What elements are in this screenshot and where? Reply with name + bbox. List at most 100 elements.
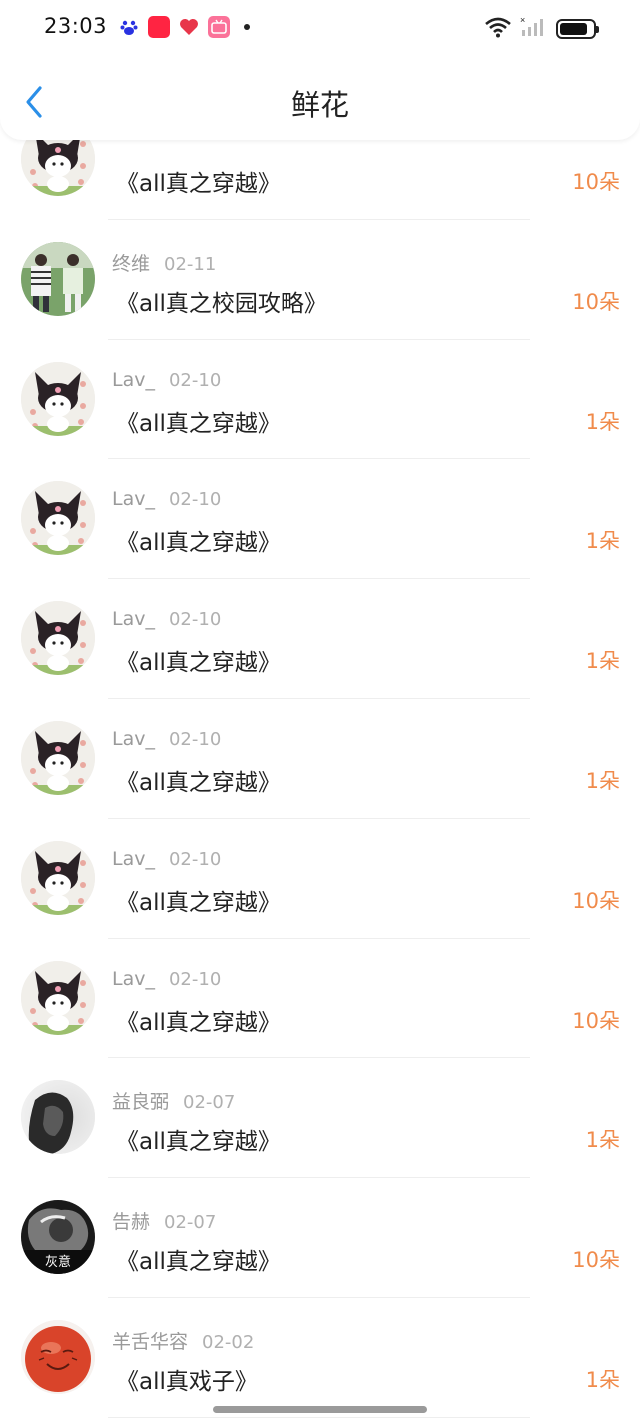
- kuromi-avatar-image: [21, 720, 95, 795]
- battery-level-fill: [560, 23, 588, 35]
- status-app-icons: [118, 16, 250, 38]
- gift-date: 02-10: [168, 489, 222, 511]
- kuromi-avatar-image: [21, 960, 95, 1035]
- row-meta: 羊舌华容 02-02: [112, 1327, 254, 1354]
- gift-date: 02-10: [168, 609, 222, 631]
- bilibili-icon: [208, 16, 230, 38]
- gift-date: 02-07: [183, 1092, 236, 1114]
- flower-count: 1朵: [585, 1128, 620, 1153]
- nav-bar: 鲜花: [0, 58, 640, 140]
- row-meta: Lav_ 02-10: [112, 728, 221, 750]
- work-title[interactable]: 《all真之穿越》: [116, 164, 281, 198]
- list-item[interactable]: Lav_ 02-10 《all真之穿越》 1朵: [0, 459, 640, 579]
- avatar[interactable]: [21, 481, 95, 556]
- row-meta: Lav_ 02-10: [112, 968, 221, 990]
- user-name[interactable]: 告赫: [112, 1211, 150, 1233]
- wifi-icon: [484, 16, 512, 42]
- list-item[interactable]: Lav_ 02-10 《all真之穿越》 10朵: [0, 939, 640, 1059]
- avatar[interactable]: 灰意: [21, 1200, 95, 1275]
- flower-count: 1朵: [585, 1367, 620, 1392]
- avatar-caption: 灰意: [44, 1255, 71, 1271]
- baidu-icon: [118, 16, 140, 38]
- flower-count: 10朵: [572, 289, 620, 314]
- xiaohongshu-icon: [148, 16, 170, 38]
- photo-avatar-image: [21, 241, 95, 316]
- flower-count: 1朵: [585, 649, 620, 674]
- home-indicator[interactable]: [213, 1406, 427, 1413]
- list-item[interactable]: Lav_ 02-10 《all真之穿越》 10朵: [0, 819, 640, 939]
- user-name[interactable]: Lav_: [112, 848, 155, 870]
- avatar[interactable]: [21, 720, 95, 795]
- work-title[interactable]: 《all真之穿越》: [116, 1003, 281, 1037]
- gift-date: 02-10: [168, 848, 222, 870]
- gift-date: 02-10: [168, 968, 222, 990]
- svg-text:×: ×: [520, 16, 525, 25]
- user-name[interactable]: Lav_: [112, 369, 155, 391]
- page-title: 鲜花: [290, 88, 349, 122]
- kuromi-avatar-image: [21, 840, 95, 915]
- flower-count: 10朵: [572, 1248, 620, 1273]
- battery-icon: [556, 19, 599, 39]
- list-item[interactable]: 羊舌华容 02-02 《all真戏子》 1朵: [0, 1298, 640, 1418]
- row-meta: 告赫 02-07: [112, 1207, 216, 1234]
- user-name[interactable]: Lav_: [112, 728, 155, 750]
- gift-date: 02-11: [164, 253, 217, 275]
- list-item[interactable]: 终维 02-11 《all真之校园攻略》 10朵: [0, 220, 640, 340]
- kuromi-avatar-image: [21, 601, 95, 676]
- status-bar: 23:03 ×: [0, 0, 640, 58]
- avatar[interactable]: [21, 601, 95, 676]
- list-item[interactable]: Lav_ 02-10 《all真之穿越》 1朵: [0, 699, 640, 819]
- user-name[interactable]: 益良弼: [112, 1091, 169, 1113]
- heart-app-icon: [178, 16, 200, 38]
- flower-count: 10朵: [572, 888, 620, 913]
- gift-date: 02-10: [168, 369, 222, 391]
- work-title[interactable]: 《all真之穿越》: [116, 1242, 281, 1276]
- status-time: 23:03: [44, 14, 108, 38]
- status-indicators: ×: [484, 15, 599, 42]
- tomato-face-avatar-image: [21, 1319, 95, 1394]
- user-name[interactable]: Lav_: [112, 488, 155, 510]
- work-title[interactable]: 《all真之穿越》: [116, 763, 281, 797]
- user-name[interactable]: 羊舌华容: [112, 1331, 188, 1353]
- avatar[interactable]: [21, 840, 95, 915]
- work-title[interactable]: 《all真之穿越》: [116, 404, 281, 438]
- kuromi-avatar-image: [21, 361, 95, 436]
- flower-count: 1朵: [585, 768, 620, 793]
- list-item[interactable]: 灰意 告赫 02-07 《all真之穿越》 10朵: [0, 1178, 640, 1298]
- row-meta: Lav_ 02-10: [112, 369, 221, 391]
- gift-date: 02-10: [168, 728, 222, 750]
- user-name[interactable]: Lav_: [112, 968, 155, 990]
- user-name[interactable]: 终维: [112, 253, 150, 275]
- signal-icon: ×: [520, 15, 548, 42]
- row-meta: Lav_ 02-10: [112, 488, 221, 510]
- list-item[interactable]: Lav_ 02-10 《all真之穿越》 1朵: [0, 340, 640, 460]
- flower-count: 10朵: [572, 170, 620, 194]
- row-meta: 益良弼 02-07: [112, 1087, 235, 1114]
- flower-count: 1朵: [585, 529, 620, 554]
- flower-count: 10朵: [572, 1008, 620, 1033]
- kuromi-avatar-image: [21, 481, 95, 556]
- work-title[interactable]: 《all真之穿越》: [116, 523, 281, 557]
- avatar[interactable]: [21, 241, 95, 316]
- row-meta: Lav_ 02-10: [112, 848, 221, 870]
- gift-date: 02-02: [202, 1331, 255, 1353]
- work-title[interactable]: 《all真之穿越》: [116, 1122, 281, 1156]
- list-item[interactable]: 益良弼 02-07 《all真之穿越》 1朵: [0, 1058, 640, 1178]
- avatar[interactable]: [21, 1080, 95, 1155]
- avatar[interactable]: [21, 960, 95, 1035]
- gift-date: 02-07: [164, 1212, 217, 1234]
- work-title[interactable]: 《all真之穿越》: [116, 883, 281, 917]
- work-title[interactable]: 《all真戏子》: [116, 1362, 258, 1396]
- avatar[interactable]: [21, 361, 95, 436]
- row-meta: 终维 02-11: [112, 249, 216, 276]
- user-name[interactable]: Lav_: [112, 608, 155, 630]
- portrait-avatar-image: [21, 1080, 95, 1155]
- work-title[interactable]: 《all真之校园攻略》: [116, 284, 327, 318]
- flower-count: 1朵: [585, 409, 620, 434]
- list-item[interactable]: Lav_ 02-10 《all真之穿越》 1朵: [0, 579, 640, 699]
- work-title[interactable]: 《all真之穿越》: [116, 643, 281, 677]
- notification-dot-icon: [244, 24, 250, 30]
- row-meta: Lav_ 02-10: [112, 608, 221, 630]
- avatar[interactable]: [21, 1319, 95, 1394]
- flower-gift-list: 《all真之穿越》 10朵 终维 02-11 《all真之校园攻略》 10朵 Lav_ 02-…: [0, 100, 640, 1418]
